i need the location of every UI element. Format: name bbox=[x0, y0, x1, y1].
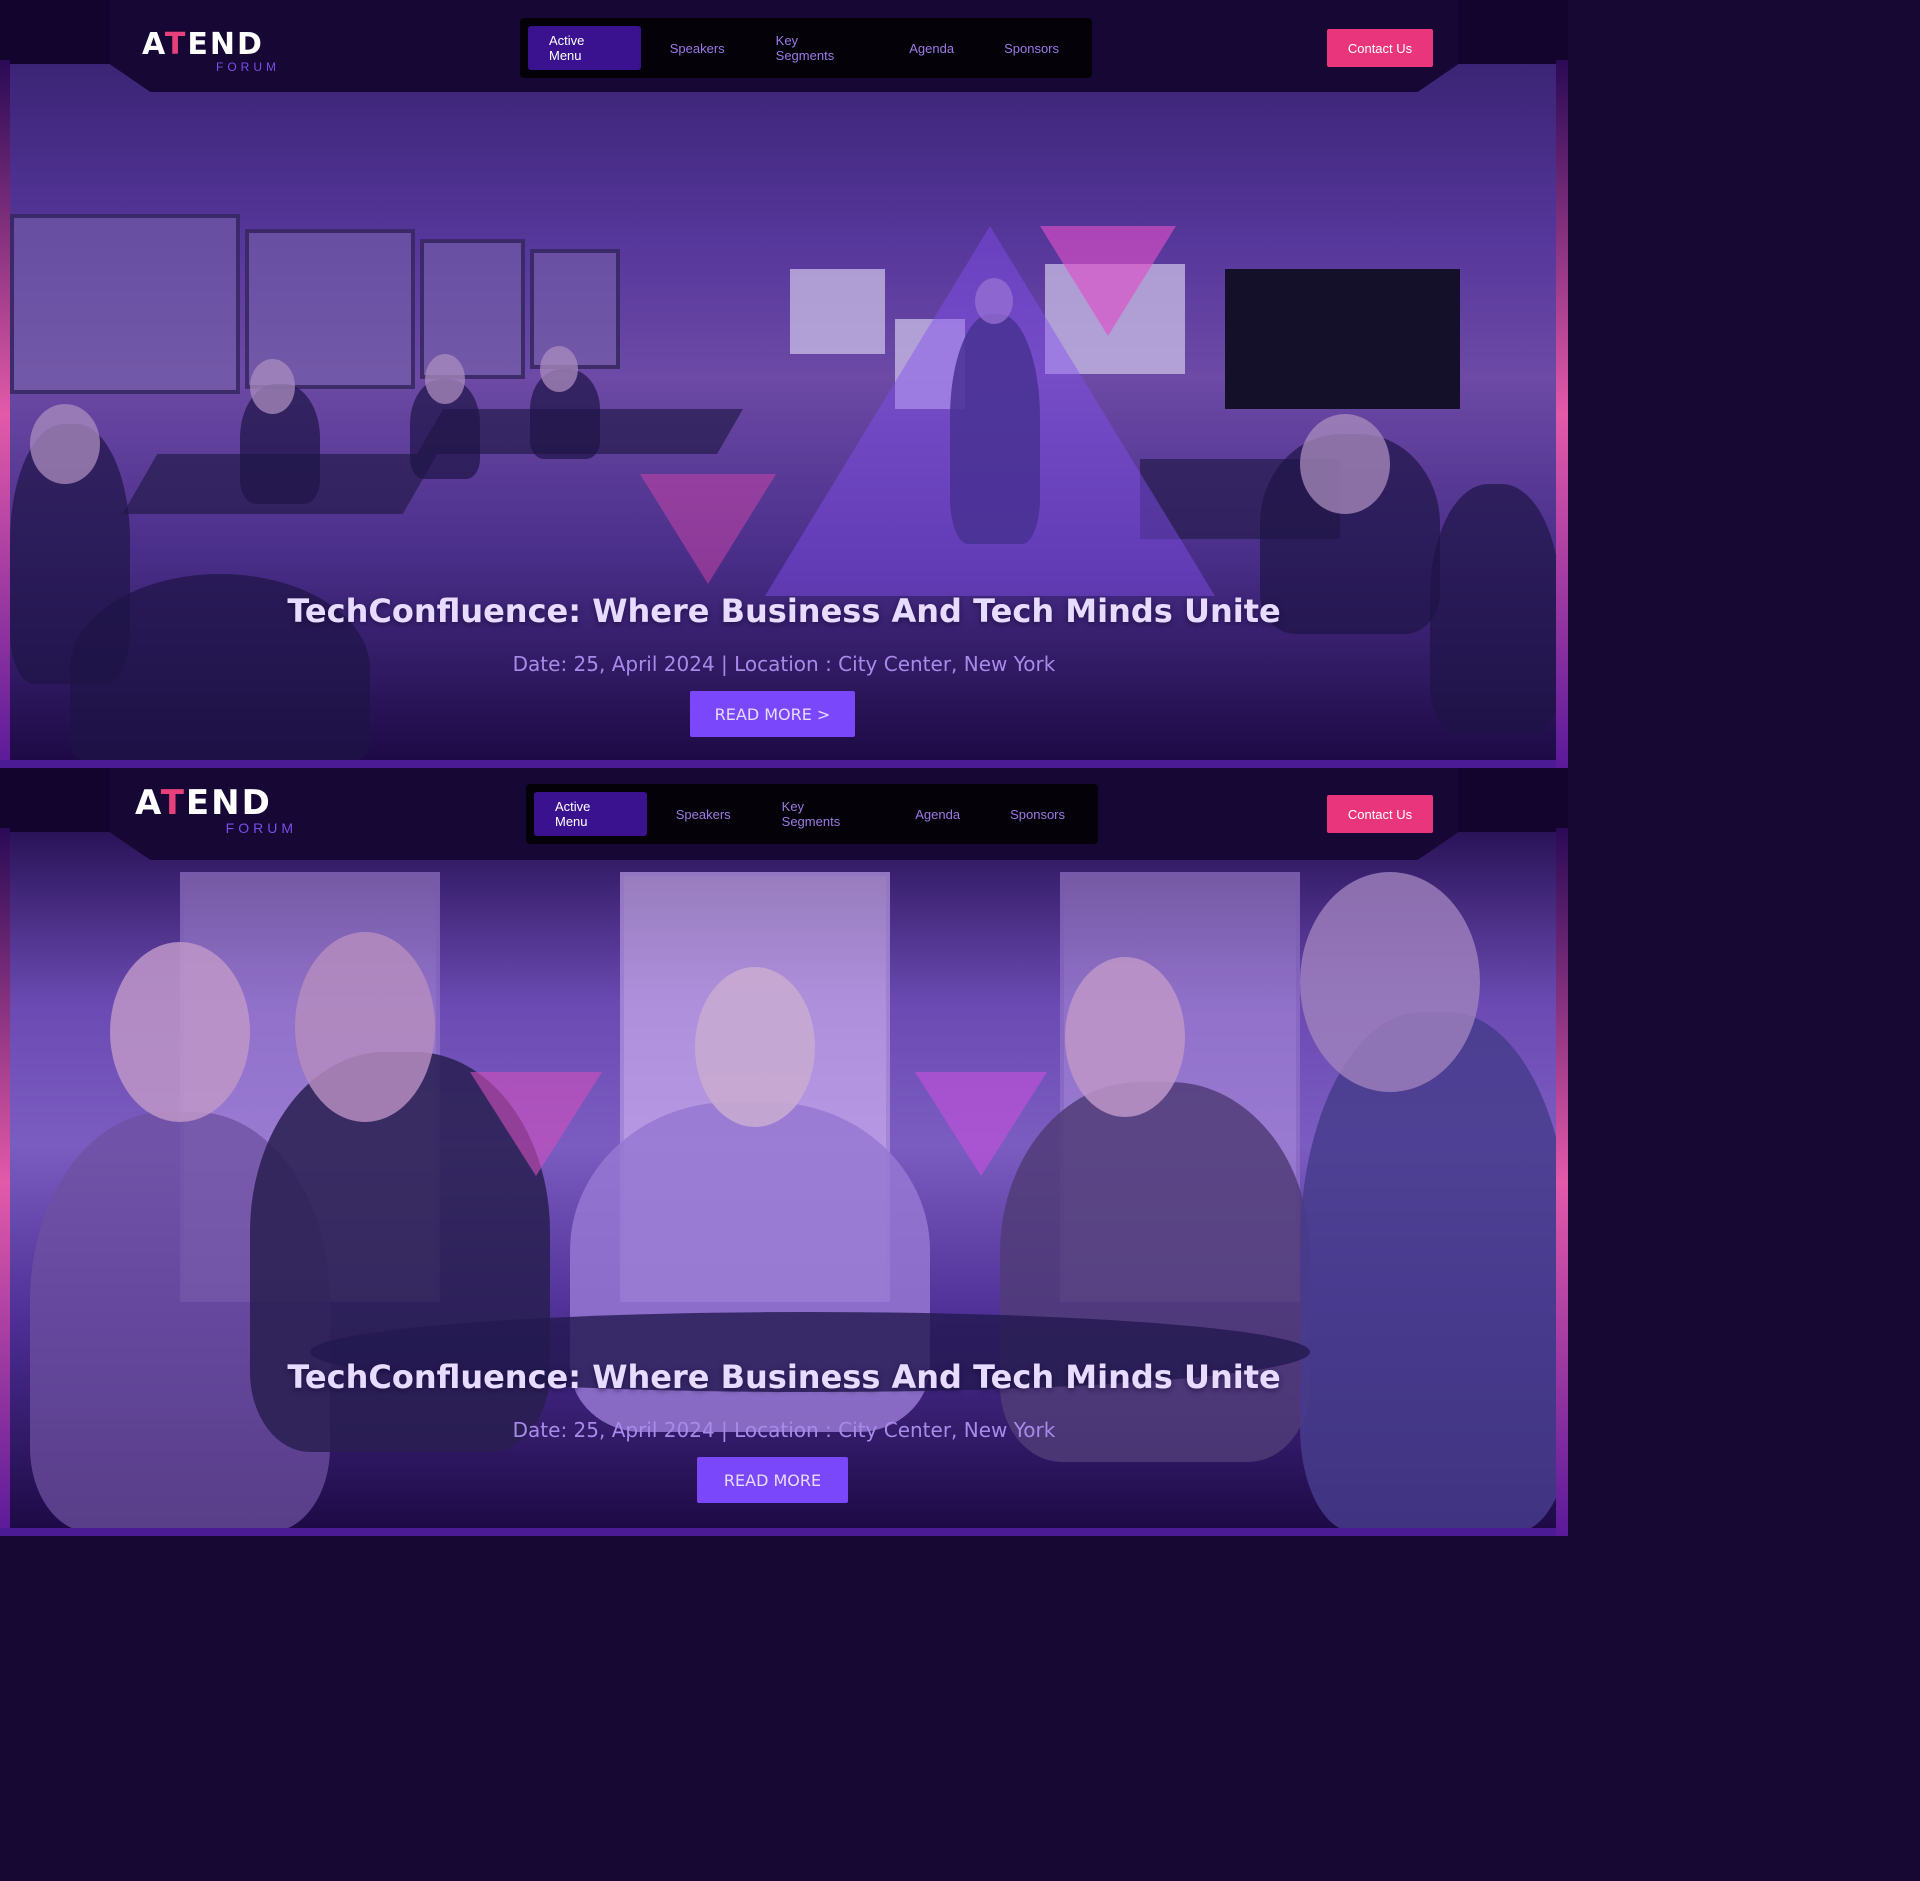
hero-frame-1: ATEND FORUM Active Menu Speakers Key Seg… bbox=[0, 0, 1568, 768]
triangle-decoration bbox=[640, 474, 776, 584]
atend-forum-logo[interactable]: ATEND FORUM bbox=[135, 786, 299, 838]
attendee-head bbox=[695, 967, 815, 1127]
atend-forum-logo[interactable]: ATEND FORUM bbox=[142, 30, 282, 76]
hero-title: TechConfluence: Where Business And Tech … bbox=[287, 592, 1281, 630]
read-more-button[interactable]: READ MORE > bbox=[690, 691, 855, 737]
site-header: ATEND FORUM Active Menu Speakers Key Seg… bbox=[0, 768, 1568, 864]
logo-wordmark: ATEND bbox=[142, 27, 264, 62]
triangle-decoration bbox=[915, 1072, 1047, 1176]
attendee-head bbox=[295, 932, 435, 1122]
main-nav: Active Menu Speakers Key Segments Agenda… bbox=[526, 784, 1098, 844]
event-date-location: Date: 25, April 2024 | Location : City C… bbox=[512, 652, 1056, 676]
nav-item-active-menu[interactable]: Active Menu bbox=[528, 26, 641, 70]
site-header: ATEND FORUM Active Menu Speakers Key Seg… bbox=[0, 0, 1568, 96]
logo-subtitle: FORUM bbox=[225, 820, 297, 836]
window-decoration bbox=[10, 214, 240, 394]
nav-item-agenda[interactable]: Agenda bbox=[890, 792, 985, 836]
hero-title: TechConfluence: Where Business And Tech … bbox=[287, 1358, 1281, 1396]
attendee-head bbox=[110, 942, 250, 1122]
nav-item-agenda[interactable]: Agenda bbox=[884, 26, 979, 70]
attendee-head bbox=[250, 359, 295, 414]
attendee-head bbox=[1300, 872, 1480, 1092]
event-date-location: Date: 25, April 2024 | Location : City C… bbox=[512, 1418, 1056, 1442]
nav-item-active-menu[interactable]: Active Menu bbox=[534, 792, 647, 836]
main-nav: Active Menu Speakers Key Segments Agenda… bbox=[520, 18, 1092, 78]
window-decoration bbox=[530, 249, 620, 369]
attendee-head bbox=[1300, 414, 1390, 514]
frame-bottom-border bbox=[0, 1528, 1568, 1536]
read-more-button[interactable]: READ MORE bbox=[697, 1457, 848, 1503]
nav-item-sponsors[interactable]: Sponsors bbox=[985, 792, 1090, 836]
nav-item-sponsors[interactable]: Sponsors bbox=[979, 26, 1084, 70]
attendee-head bbox=[1065, 957, 1185, 1117]
nav-item-speakers[interactable]: Speakers bbox=[641, 26, 751, 70]
attendee-figure bbox=[1300, 1012, 1556, 1528]
frame-bottom-border bbox=[0, 760, 1568, 768]
triangle-decoration bbox=[470, 1072, 602, 1176]
attendee-head bbox=[540, 346, 578, 392]
logo-wordmark: ATEND bbox=[135, 783, 272, 823]
triangle-decoration bbox=[1040, 226, 1176, 336]
contact-us-button[interactable]: Contact Us bbox=[1327, 29, 1433, 67]
attendee-head bbox=[30, 404, 100, 484]
hero-frame-2: ATEND FORUM Active Menu Speakers Key Seg… bbox=[0, 768, 1568, 1536]
nav-item-speakers[interactable]: Speakers bbox=[647, 792, 757, 836]
logo-subtitle: FORUM bbox=[216, 60, 280, 74]
attendee-head bbox=[425, 354, 465, 404]
contact-us-button[interactable]: Contact Us bbox=[1327, 795, 1433, 833]
tv-screen-decoration bbox=[1225, 269, 1460, 409]
nav-item-key-segments[interactable]: Key Segments bbox=[751, 26, 885, 70]
nav-item-key-segments[interactable]: Key Segments bbox=[757, 792, 891, 836]
